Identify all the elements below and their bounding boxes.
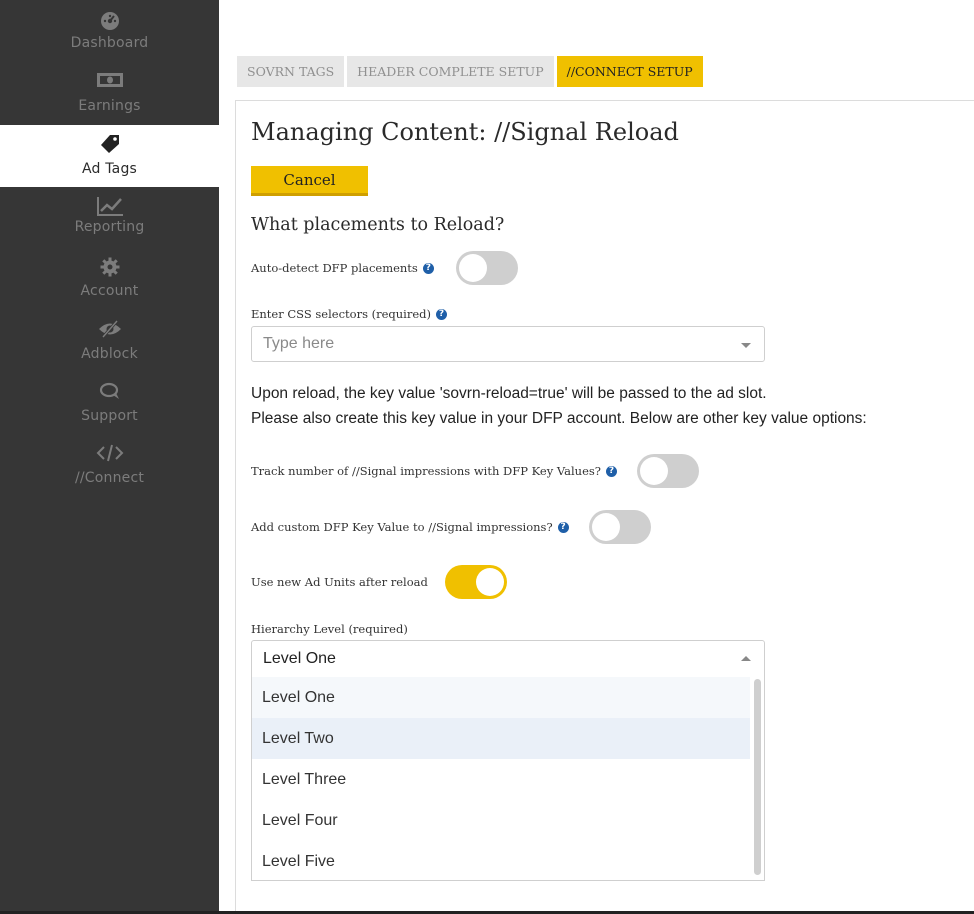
chat-bubble-icon xyxy=(90,373,130,404)
sidebar-item-label: Earnings xyxy=(78,98,141,114)
tab-connect-setup[interactable]: //CONNECT SETUP xyxy=(556,56,703,87)
money-bill-icon xyxy=(90,63,130,93)
sidebar-item-account[interactable]: Account xyxy=(0,249,219,311)
help-icon[interactable]: ? xyxy=(422,262,434,274)
sidebar-item-label: Reporting xyxy=(74,219,145,235)
tag-icon xyxy=(90,125,130,156)
custom-key-value-label-text: Add custom DFP Key Value to //Signal imp… xyxy=(251,520,553,534)
reload-info-line-2: Please also create this key value in you… xyxy=(251,410,867,427)
dropdown-scrollbar[interactable] xyxy=(754,679,761,875)
sidebar-item-label: Account xyxy=(80,283,139,299)
sidebar: Dashboard Earnings Ad Tags Reporting Acc… xyxy=(0,0,219,914)
new-ad-units-label: Use new Ad Units after reload xyxy=(251,575,428,589)
gear-icon xyxy=(90,249,130,279)
hierarchy-option-level-five[interactable]: Level Five xyxy=(252,841,750,880)
sidebar-item-earnings[interactable]: Earnings xyxy=(0,63,219,125)
custom-key-value-toggle[interactable] xyxy=(589,510,651,544)
hierarchy-option-level-two[interactable]: Level Two xyxy=(252,718,750,759)
chevron-down-icon xyxy=(741,343,751,348)
auto-detect-label-text: Auto-detect DFP placements xyxy=(251,261,418,275)
page-title: Managing Content: //Signal Reload xyxy=(251,118,679,146)
sidebar-item-label: Ad Tags xyxy=(81,161,138,177)
section-heading: What placements to Reload? xyxy=(251,215,505,235)
toggle-knob xyxy=(459,254,487,282)
toggle-knob xyxy=(640,457,668,485)
hierarchy-level-label: Hierarchy Level (required) xyxy=(251,622,408,636)
track-impressions-toggle[interactable] xyxy=(637,454,699,488)
tab-sovrn-tags[interactable]: SOVRN TAGS xyxy=(237,56,345,87)
dashboard-gauge-icon xyxy=(90,0,130,32)
auto-detect-label: Auto-detect DFP placements? xyxy=(251,261,434,275)
sidebar-item-ad-tags[interactable]: Ad Tags xyxy=(0,125,219,187)
sidebar-item-reporting[interactable]: Reporting xyxy=(0,187,219,249)
hierarchy-level-dropdown: Level One Level Two Level Three Level Fo… xyxy=(251,675,765,881)
hierarchy-option-level-one[interactable]: Level One xyxy=(252,677,750,718)
chevron-up-icon xyxy=(741,656,751,661)
css-selectors-label-text: Enter CSS selectors (required) xyxy=(251,307,432,321)
toggle-knob xyxy=(476,568,504,596)
setup-tabs: SOVRN TAGS HEADER COMPLETE SETUP //CONNE… xyxy=(237,56,706,87)
sidebar-item-label: Adblock xyxy=(81,346,138,362)
help-icon[interactable]: ? xyxy=(436,308,448,320)
new-ad-units-toggle[interactable] xyxy=(445,565,507,599)
sidebar-item-adblock[interactable]: Adblock xyxy=(0,311,219,373)
help-icon[interactable]: ? xyxy=(557,521,569,533)
hierarchy-option-level-three[interactable]: Level Three xyxy=(252,759,750,800)
sidebar-item-label: //Connect xyxy=(74,470,145,486)
sidebar-item-label: Support xyxy=(81,408,138,424)
sidebar-item-connect[interactable]: //Connect xyxy=(0,435,219,497)
eye-slash-icon xyxy=(90,311,130,342)
tab-header-complete-setup[interactable]: HEADER COMPLETE SETUP xyxy=(347,56,554,87)
sidebar-item-support[interactable]: Support xyxy=(0,373,219,435)
sidebar-item-dashboard[interactable]: Dashboard xyxy=(0,0,219,63)
hierarchy-option-level-four[interactable]: Level Four xyxy=(252,800,750,841)
toggle-knob xyxy=(592,513,620,541)
hierarchy-level-value: Level One xyxy=(263,650,336,667)
custom-key-value-label: Add custom DFP Key Value to //Signal imp… xyxy=(251,520,569,534)
code-brackets-icon xyxy=(90,435,130,466)
track-impressions-label: Track number of //Signal impressions wit… xyxy=(251,464,617,478)
css-selectors-input[interactable]: Type here xyxy=(251,326,765,362)
auto-detect-toggle[interactable] xyxy=(456,251,518,285)
cancel-button[interactable]: Cancel xyxy=(251,166,368,196)
track-impressions-label-text: Track number of //Signal impressions wit… xyxy=(251,464,601,478)
reload-info-line-1: Upon reload, the key value 'sovrn-reload… xyxy=(251,385,767,402)
line-chart-icon xyxy=(90,187,130,217)
sidebar-item-label: Dashboard xyxy=(70,35,149,51)
help-icon[interactable]: ? xyxy=(605,465,617,477)
css-selectors-label: Enter CSS selectors (required)? xyxy=(251,307,448,321)
hierarchy-level-select[interactable]: Level One xyxy=(251,640,765,676)
css-selectors-placeholder: Type here xyxy=(263,335,335,352)
